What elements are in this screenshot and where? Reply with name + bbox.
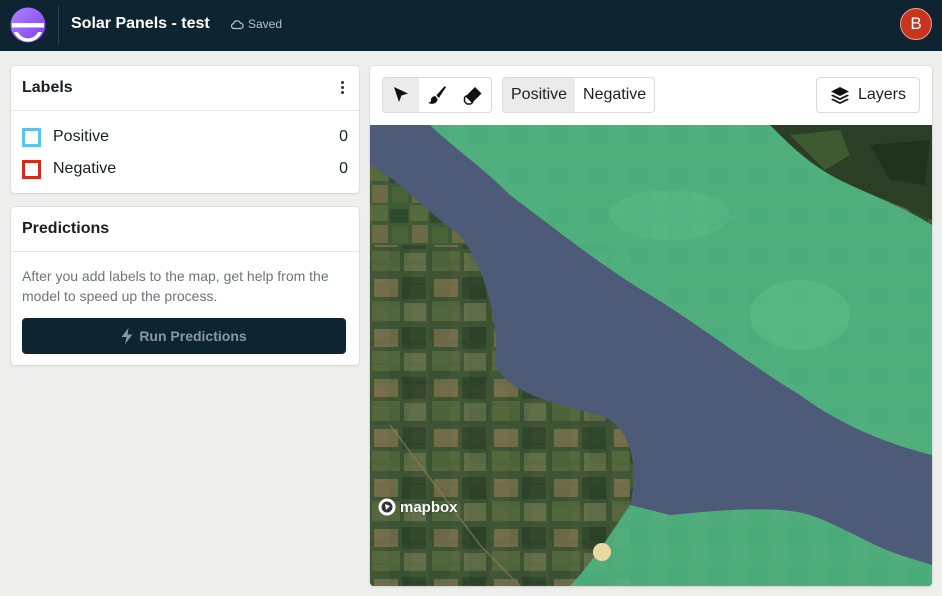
pointer-icon: [394, 87, 408, 102]
labels-title: Labels: [22, 79, 73, 96]
labels-panel: Labels Positive 0 Negative 0: [11, 66, 359, 193]
save-status: Saved: [230, 17, 282, 31]
app-logo-icon[interactable]: [10, 7, 46, 43]
eraser-tool-button[interactable]: [455, 78, 491, 112]
project-title[interactable]: Solar Panels - test: [71, 15, 210, 33]
drawing-tools: [382, 77, 492, 113]
lightning-icon: [121, 328, 133, 344]
class-selector: Positive Negative: [502, 77, 656, 113]
labels-panel-header: Labels: [11, 66, 359, 111]
pointer-tool-button[interactable]: [383, 78, 419, 112]
eraser-icon: [463, 87, 482, 105]
mapbox-logo-icon: [378, 498, 396, 516]
mapbox-wordmark: mapbox: [400, 498, 458, 516]
predictions-description: After you add labels to the map, get hel…: [22, 268, 329, 304]
map-panel: Positive Negative Layers mapbox: [370, 66, 932, 586]
label-name: Negative: [53, 160, 117, 177]
label-count: 0: [339, 128, 348, 145]
negative-swatch-icon: [22, 159, 41, 179]
label-item-negative[interactable]: Negative 0: [22, 157, 348, 181]
kebab-menu-icon[interactable]: [341, 81, 345, 95]
predictions-panel-header: Predictions: [11, 207, 359, 252]
class-option-negative[interactable]: Negative: [575, 78, 654, 112]
brush-tool-button[interactable]: [419, 78, 455, 112]
cloud-icon: [230, 20, 244, 30]
run-predictions-button[interactable]: Run Predictions: [22, 318, 346, 354]
brush-icon: [428, 86, 446, 104]
class-option-positive[interactable]: Positive: [503, 78, 576, 112]
predictions-panel: Predictions After you add labels to the …: [11, 207, 359, 365]
top-bar: Solar Panels - test Saved B: [0, 0, 942, 51]
run-predictions-label: Run Predictions: [139, 328, 247, 344]
satellite-map[interactable]: [370, 125, 932, 586]
layers-button[interactable]: Layers: [816, 77, 920, 113]
positive-swatch-icon: [22, 127, 41, 147]
label-count: 0: [339, 160, 348, 177]
predictions-title: Predictions: [22, 220, 110, 237]
save-status-label: Saved: [248, 17, 283, 31]
label-item-positive[interactable]: Positive 0: [22, 125, 348, 149]
layers-icon: [830, 87, 849, 104]
header-divider: [58, 6, 59, 45]
mapbox-attribution[interactable]: mapbox: [378, 498, 458, 516]
user-avatar[interactable]: B: [900, 8, 932, 40]
label-name: Positive: [53, 128, 110, 145]
layers-label: Layers: [857, 86, 907, 103]
